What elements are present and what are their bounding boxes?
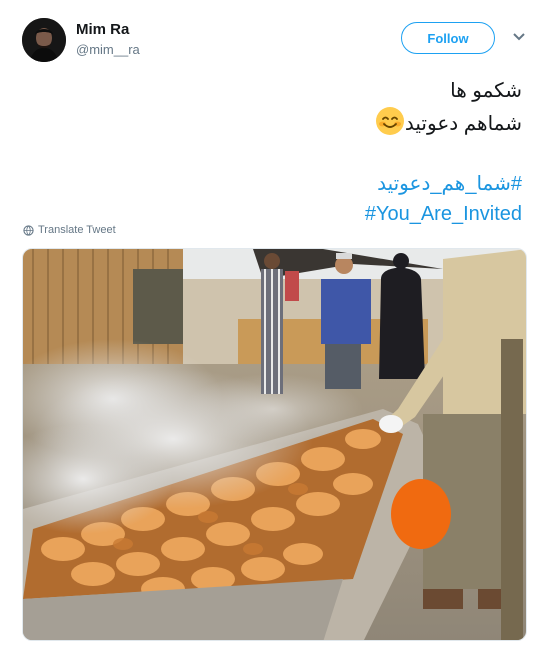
globe-icon — [23, 224, 34, 236]
tweet-line-2: شماهم دعوتید — [42, 106, 522, 139]
tweet-photo[interactable] — [22, 248, 527, 641]
tweet-line-2-text: شماهم دعوتید — [404, 113, 522, 135]
user-avatar-icon — [22, 18, 66, 62]
translate-tweet-link[interactable]: Translate Tweet — [23, 224, 116, 236]
hashtag-persian[interactable]: #شما_هم_دعوتید — [42, 169, 522, 199]
smiling-face-with-heart-eyes-icon — [375, 107, 404, 135]
display-name[interactable]: Mim Ra — [76, 21, 129, 38]
avatar[interactable] — [22, 18, 66, 62]
chevron-down-icon[interactable] — [512, 32, 526, 42]
translate-label[interactable]: Translate Tweet — [38, 224, 116, 236]
tweet-text: شکمو ها شماهم دعوتید #شما_هم_دعوتید #You… — [42, 76, 522, 229]
bbq-chicken-photo — [23, 249, 526, 640]
follow-button[interactable]: Follow — [401, 22, 495, 54]
tweet-line-1: شکمو ها — [450, 80, 522, 102]
user-handle[interactable]: @mim__ra — [76, 42, 140, 57]
